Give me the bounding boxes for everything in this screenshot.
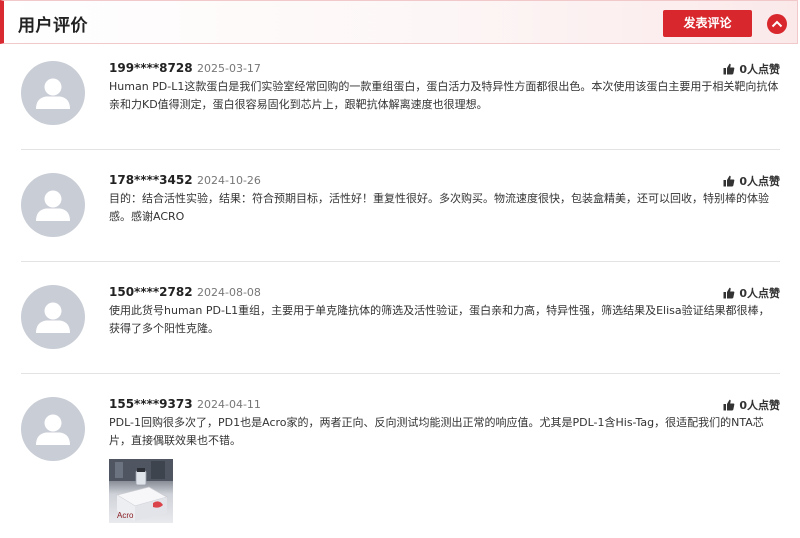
collapse-button[interactable] <box>767 14 787 34</box>
divider <box>21 261 780 262</box>
like-button[interactable]: 0人点赞 <box>723 173 780 189</box>
review-date: 2024-08-08 <box>197 286 261 299</box>
reviewer-name: 155****9373 <box>109 397 193 411</box>
avatar <box>21 61 85 125</box>
thumbs-up-icon <box>723 63 735 75</box>
review-item: 178****3452 2024-10-26 0人点赞 目的：结合活性实验，结果… <box>21 173 780 253</box>
user-reviews-panel: 用户评价 发表评论 199****8728 2025-03-17 0人点赞 Hu… <box>0 0 800 538</box>
reviewer-name: 199****8728 <box>109 61 193 75</box>
review-date: 2024-04-11 <box>197 398 261 411</box>
divider <box>21 149 780 150</box>
avatar <box>21 173 85 237</box>
reviewer-name: 178****3452 <box>109 173 193 187</box>
like-count: 0人点赞 <box>739 399 780 412</box>
avatar <box>21 397 85 461</box>
like-count: 0人点赞 <box>739 287 780 300</box>
like-button[interactable]: 0人点赞 <box>723 285 780 301</box>
reviews-header: 用户评价 发表评论 <box>0 0 798 44</box>
section-title: 用户评价 <box>18 16 88 36</box>
thumbs-up-icon <box>723 175 735 187</box>
like-button[interactable]: 0人点赞 <box>723 397 780 413</box>
thumbs-up-icon <box>723 399 735 411</box>
review-item: 150****2782 2024-08-08 0人点赞 使用此货号human P… <box>21 285 780 365</box>
review-text: Human PD-L1这款蛋白是我们实验室经常回购的一款重组蛋白，蛋白活力及特异… <box>109 80 779 111</box>
divider <box>21 373 780 374</box>
like-count: 0人点赞 <box>739 63 780 76</box>
photo-logo-overlay: Acro <box>117 511 134 520</box>
chevron-up-icon <box>771 20 783 28</box>
like-count: 0人点赞 <box>739 175 780 188</box>
review-date: 2025-03-17 <box>197 62 261 75</box>
review-date: 2024-10-26 <box>197 174 261 187</box>
review-text: 使用此货号human PD-L1重组，主要用于单克隆抗体的筛选及活性验证，蛋白亲… <box>109 304 770 335</box>
reviewer-name: 150****2782 <box>109 285 193 299</box>
thumbs-up-icon <box>723 287 735 299</box>
svg-text:Acro: Acro <box>117 511 134 520</box>
post-review-button[interactable]: 发表评论 <box>663 10 752 37</box>
avatar <box>21 285 85 349</box>
review-item: 199****8728 2025-03-17 0人点赞 Human PD-L1这… <box>21 61 780 141</box>
like-button[interactable]: 0人点赞 <box>723 61 780 77</box>
review-text: PDL-1回购很多次了，PD1也是Acro家的，两者正向、反向测试均能测出正常的… <box>109 416 764 447</box>
review-text: 目的：结合活性实验，结果：符合预期目标，活性好！重复性很好。多次购买。物流速度很… <box>109 192 769 223</box>
